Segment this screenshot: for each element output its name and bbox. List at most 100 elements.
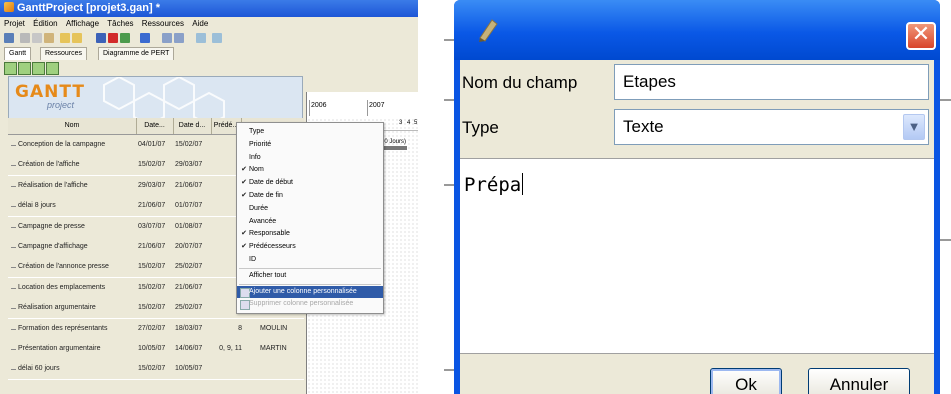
pencil-icon — [479, 19, 498, 42]
context-menu-item[interactable]: Ajouter une colonne personnalisée — [237, 285, 383, 298]
context-menu-label: Avancée — [249, 217, 277, 225]
redo-icon[interactable] — [72, 33, 82, 43]
copy-icon[interactable] — [32, 33, 42, 43]
print-icon[interactable] — [196, 33, 206, 43]
context-menu-label: Durée — [249, 204, 269, 212]
outdent-icon[interactable] — [32, 62, 45, 75]
menu-taches[interactable]: Tâches — [107, 19, 133, 28]
default-value-textarea[interactable]: Prépa — [460, 158, 934, 354]
day-number: 5 — [414, 120, 418, 126]
end-date-cell: 14/06/07 — [175, 345, 203, 352]
indent-task-icon[interactable] — [46, 62, 59, 75]
context-menu-label: Date de fin — [249, 192, 283, 199]
menu-edition[interactable]: Édition — [33, 19, 57, 28]
context-menu-item[interactable]: Info — [237, 152, 383, 164]
move-up-icon[interactable] — [4, 62, 17, 75]
view-tabs: Gantt Ressources Diagramme de PERT — [0, 46, 418, 60]
year-label: 2007 — [367, 100, 385, 116]
context-menu-item[interactable]: Supprimer colonne personnalisée — [237, 298, 383, 311]
tab-gantt[interactable]: Gantt — [4, 47, 32, 60]
table-row[interactable]: Présentation argumentaire 10/05/07 14/06/0… — [8, 339, 304, 360]
dialog-body: Nom du champ Etapes Type Texte ▼ Prépa O… — [460, 60, 934, 394]
move-down-icon[interactable] — [18, 62, 31, 75]
start-date-cell: 15/02/07 — [138, 365, 166, 373]
properties-icon[interactable] — [120, 33, 130, 43]
context-menu-item[interactable]: ID — [237, 254, 383, 266]
resource-cell: MARTIN — [260, 345, 287, 352]
context-menu-label: Date de début — [249, 179, 293, 187]
tab-ressources[interactable]: Ressources — [40, 47, 87, 60]
menu-separator — [239, 267, 381, 269]
save-icon[interactable] — [4, 33, 14, 43]
end-date-cell: 29/03/07 — [175, 161, 203, 169]
column-header-end[interactable]: Date d... — [173, 118, 212, 134]
context-menu-item[interactable]: ✔ Prédécesseurs — [237, 241, 383, 253]
delete-icon[interactable] — [108, 33, 118, 43]
ok-button[interactable]: Ok — [710, 368, 782, 394]
context-menu-item[interactable]: Durée — [237, 203, 383, 215]
end-date-cell: 20/07/07 — [175, 243, 203, 250]
checkmark-icon: ✔ — [241, 179, 247, 187]
type-selected-value: Texte — [623, 117, 664, 136]
end-date-cell: 25/02/07 — [175, 263, 203, 271]
context-menu-item[interactable]: ✔ Date de fin — [237, 190, 383, 202]
chevron-down-icon[interactable]: ▼ — [903, 114, 925, 140]
tree-connector — [11, 206, 16, 208]
field-name-label: Nom du champ — [462, 73, 578, 92]
ganttproject-window: GanttProject [projet3.gan] * Projet Édit… — [0, 0, 418, 394]
day-number: 3 — [399, 120, 403, 126]
menu-ressources[interactable]: Ressources — [142, 19, 184, 28]
cancel-button[interactable]: Annuler — [808, 368, 910, 394]
context-menu-item[interactable]: Priorité — [237, 139, 383, 151]
context-menu-item[interactable]: ✔ Date de début — [237, 177, 383, 189]
undo-icon[interactable] — [60, 33, 70, 43]
column-header-start[interactable]: Date... — [136, 118, 174, 134]
paste-icon[interactable] — [44, 33, 54, 43]
tree-connector — [11, 267, 16, 269]
context-menu-label: Supprimer colonne personnalisée — [249, 300, 354, 308]
close-button[interactable]: ✕ — [906, 22, 936, 50]
context-menu-item[interactable]: ✔ Responsable — [237, 228, 383, 240]
task-name-cell: Réalisation argumentaire — [18, 304, 96, 312]
banner-wordmark: GANTT — [15, 82, 85, 102]
predecessors-cell: 8 — [238, 324, 242, 332]
task-name-cell: Campagne d'affichage — [18, 243, 88, 250]
column-header-nom[interactable]: Nom — [8, 118, 137, 134]
tree-connector — [11, 287, 16, 289]
start-date-cell: 15/02/07 — [138, 263, 166, 271]
menu-affichage[interactable]: Affichage — [66, 19, 99, 28]
zoom-in-icon[interactable] — [162, 33, 172, 43]
context-menu-item[interactable]: ✔ Nom — [237, 164, 383, 176]
context-menu-item[interactable]: Type — [237, 126, 383, 138]
start-date-cell: 15/02/07 — [138, 304, 166, 312]
field-name-input[interactable]: Etapes — [614, 64, 929, 100]
menu-projet[interactable]: Projet — [4, 19, 25, 28]
menu-aide[interactable]: Aide — [192, 19, 208, 28]
menu-separator — [239, 283, 381, 285]
type-select[interactable]: Texte ▼ — [614, 109, 929, 145]
start-date-cell: 04/01/07 — [138, 141, 166, 148]
context-menu-item[interactable]: Avancée — [237, 216, 383, 228]
context-menu-label: Responsable — [249, 230, 290, 238]
task-name-cell: délai 60 jours — [18, 365, 60, 373]
export-icon[interactable] — [212, 33, 222, 43]
start-date-cell: 15/02/07 — [138, 283, 166, 291]
indent-icon[interactable] — [96, 33, 106, 43]
start-date-cell: 27/02/07 — [138, 324, 166, 332]
table-row[interactable]: délai 60 jours 15/02/07 10/05/07 — [8, 359, 304, 381]
end-date-cell: 21/06/07 — [175, 181, 203, 189]
window-title: GanttProject [projet3.gan] * — [17, 2, 161, 14]
link-icon[interactable] — [140, 33, 150, 43]
zoom-out-icon[interactable] — [174, 33, 184, 43]
start-date-cell: 29/03/07 — [138, 181, 166, 189]
task-name-cell: Présentation argumentaire — [18, 345, 101, 352]
checkmark-icon: ✔ — [241, 192, 247, 199]
cut-icon[interactable] — [20, 33, 30, 43]
day-number: 4 — [407, 120, 411, 126]
context-menu-item[interactable]: Afficher tout — [237, 270, 383, 282]
end-date-cell: 25/02/07 — [175, 304, 203, 312]
task-name-cell: Création de l'annonce presse — [18, 263, 109, 271]
table-row[interactable]: Formation des représentants 27/02/07 18/03… — [8, 318, 304, 340]
tree-connector — [11, 185, 16, 187]
tab-pert[interactable]: Diagramme de PERT — [98, 47, 175, 60]
